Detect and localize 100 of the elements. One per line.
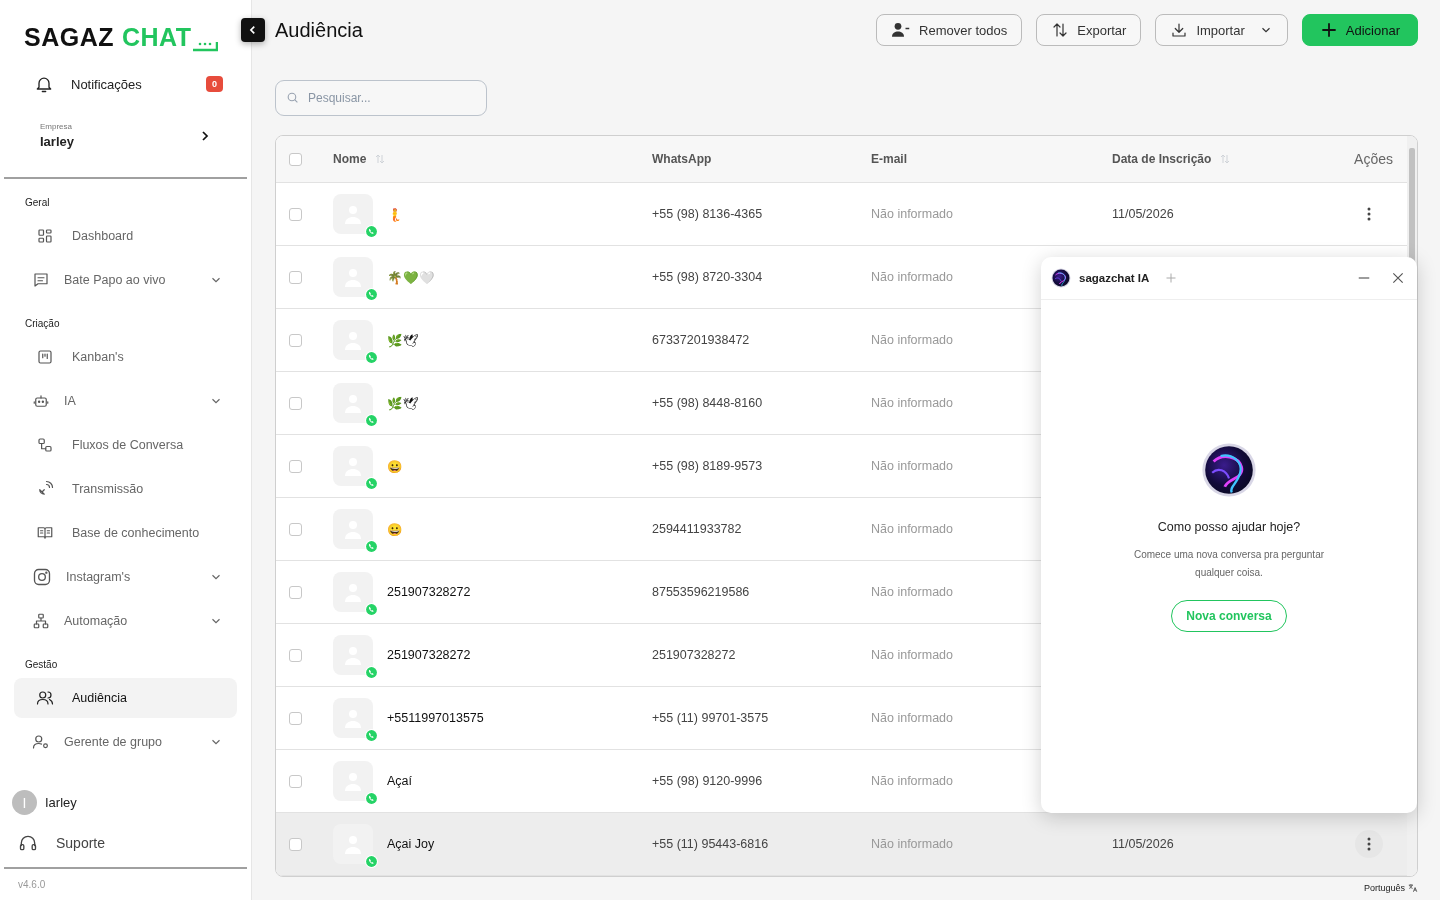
sidebar-item[interactable]: Base de conhecimento [14, 513, 237, 553]
row-checkbox[interactable] [289, 207, 302, 221]
user-name: Iarley [45, 795, 77, 810]
collapse-button[interactable] [241, 18, 265, 42]
logo-text: CHAT [122, 23, 192, 52]
more-button[interactable] [1355, 830, 1383, 858]
row-checkbox[interactable] [289, 333, 302, 347]
row-checkbox[interactable] [289, 837, 302, 851]
table-cell: Não informado [871, 522, 953, 536]
new-tab-button[interactable] [1165, 272, 1178, 284]
table-cell: +55 (98) 8720-3304 [652, 270, 763, 284]
section-title: Criação [25, 318, 61, 329]
assistant-heading: Como posso ajudar hoje? [1157, 519, 1301, 534]
kanban-icon [36, 348, 54, 366]
sidebar-item[interactable]: Gerente de grupo [14, 722, 237, 762]
action-button[interactable]: Exportar [1036, 14, 1142, 46]
table-cell: Não informado [871, 396, 953, 410]
language-selector[interactable]: Português [1363, 883, 1405, 893]
more-icon [1367, 837, 1371, 851]
sidebar-item[interactable]: IA [14, 381, 237, 421]
close-button[interactable] [1391, 271, 1405, 285]
avatar-icon [333, 257, 373, 297]
row-checkbox[interactable] [289, 711, 302, 725]
avatar-icon [333, 698, 373, 738]
chevron-right-icon[interactable] [199, 129, 211, 142]
row-checkbox[interactable] [289, 585, 302, 599]
table-cell: +55 (98) 9120-9996 [652, 774, 763, 788]
table-cell: Não informado [871, 585, 953, 599]
sidebar-item[interactable]: Audiência [14, 678, 237, 718]
row-checkbox[interactable] [289, 459, 302, 473]
search-field[interactable]: Pesquisar... [275, 80, 487, 116]
notifications-link[interactable]: Notificações [71, 76, 206, 92]
whatsapp-icon [365, 414, 378, 427]
whatsapp-icon [365, 603, 378, 616]
whatsapp-icon [365, 666, 378, 679]
table-row[interactable]: 🧜 +55 (98) 8136-4365 Não informado 11/05/2026 [276, 183, 1407, 246]
flow-icon [36, 436, 54, 454]
avatar-icon [333, 509, 373, 549]
avatar-icon [333, 383, 373, 423]
user-minus-icon [891, 21, 912, 39]
action-button[interactable]: Remover todos [876, 14, 1023, 46]
contact-name: Açai Joy [387, 837, 435, 851]
select-all-checkbox[interactable] [289, 152, 302, 166]
logo-text: SAGAZ [24, 23, 114, 52]
avatar-icon [333, 446, 373, 486]
usergear-icon [32, 733, 50, 751]
company-caption: Empresa [40, 122, 73, 131]
action-button[interactable]: Adicionar [1301, 14, 1418, 46]
table-row[interactable]: Açai Joy +55 (11) 95443-6816 Não informado 11/05/2026 [276, 813, 1407, 876]
sort-icon[interactable] [1219, 153, 1232, 165]
row-checkbox[interactable] [289, 522, 302, 536]
user-avatar: I [12, 790, 37, 815]
chevron-left-icon [248, 25, 258, 35]
row-checkbox[interactable] [289, 648, 302, 662]
assistant-title: sagazchat IA [1079, 272, 1150, 284]
support-link[interactable]: Suporte [0, 823, 251, 867]
company-name: Iarley [40, 134, 75, 149]
orb-icon [1201, 441, 1257, 498]
sidebar-item[interactable]: Dashboard [14, 216, 237, 256]
whatsapp-icon [365, 288, 378, 301]
row-checkbox[interactable] [289, 774, 302, 788]
sidebar-item[interactable]: Bate Papo ao vivo [14, 260, 237, 300]
table-cell: 11/05/2026 [1112, 207, 1174, 221]
table-cell: 251907328272 [652, 648, 736, 662]
plus-icon [1165, 272, 1178, 284]
sidebar-item[interactable]: Kanban's [14, 337, 237, 377]
sort-icon[interactable] [374, 153, 387, 165]
contact-name: 🌿🕊 [387, 395, 419, 411]
sidebar-item[interactable]: Instagram's [14, 557, 237, 597]
instagram-icon [32, 567, 52, 587]
contact-name: 🧜 [387, 206, 403, 222]
column-header: Nome [333, 152, 367, 166]
table-cell: Não informado [871, 711, 953, 725]
tree-icon [32, 612, 50, 630]
avatar-icon [333, 761, 373, 801]
more-icon [1367, 207, 1371, 221]
grid-icon [36, 227, 54, 245]
table-cell: +55 (98) 8448-8160 [652, 396, 763, 410]
row-checkbox[interactable] [289, 396, 302, 410]
page-title: Audiência [275, 18, 364, 42]
contact-name: 😀 [387, 521, 403, 537]
whatsapp-icon [365, 540, 378, 553]
contact-name: Açaí [387, 774, 412, 788]
row-checkbox[interactable] [289, 270, 302, 284]
sidebar-item[interactable]: Automação [14, 601, 237, 641]
table-cell: Não informado [871, 837, 953, 851]
table-cell: Não informado [871, 774, 953, 788]
action-button[interactable]: Importar [1155, 14, 1288, 46]
sidebar-item[interactable]: Transmissão [14, 469, 237, 509]
contact-name: +5511997013575 [387, 711, 484, 725]
download-icon [1170, 21, 1189, 39]
section-title: Gestão [25, 659, 59, 670]
column-header: WhatsApp [652, 152, 712, 166]
book-icon [36, 524, 54, 542]
sidebar-item[interactable]: Fluxos de Conversa [14, 425, 237, 465]
table-cell: 87553596219586 [652, 585, 750, 599]
satellite-icon [36, 480, 54, 498]
table-cell: +55 (11) 95443-6816 [652, 837, 769, 851]
table-cell: +55 (11) 99701-3575 [652, 711, 769, 725]
section-title: Geral [25, 197, 51, 208]
